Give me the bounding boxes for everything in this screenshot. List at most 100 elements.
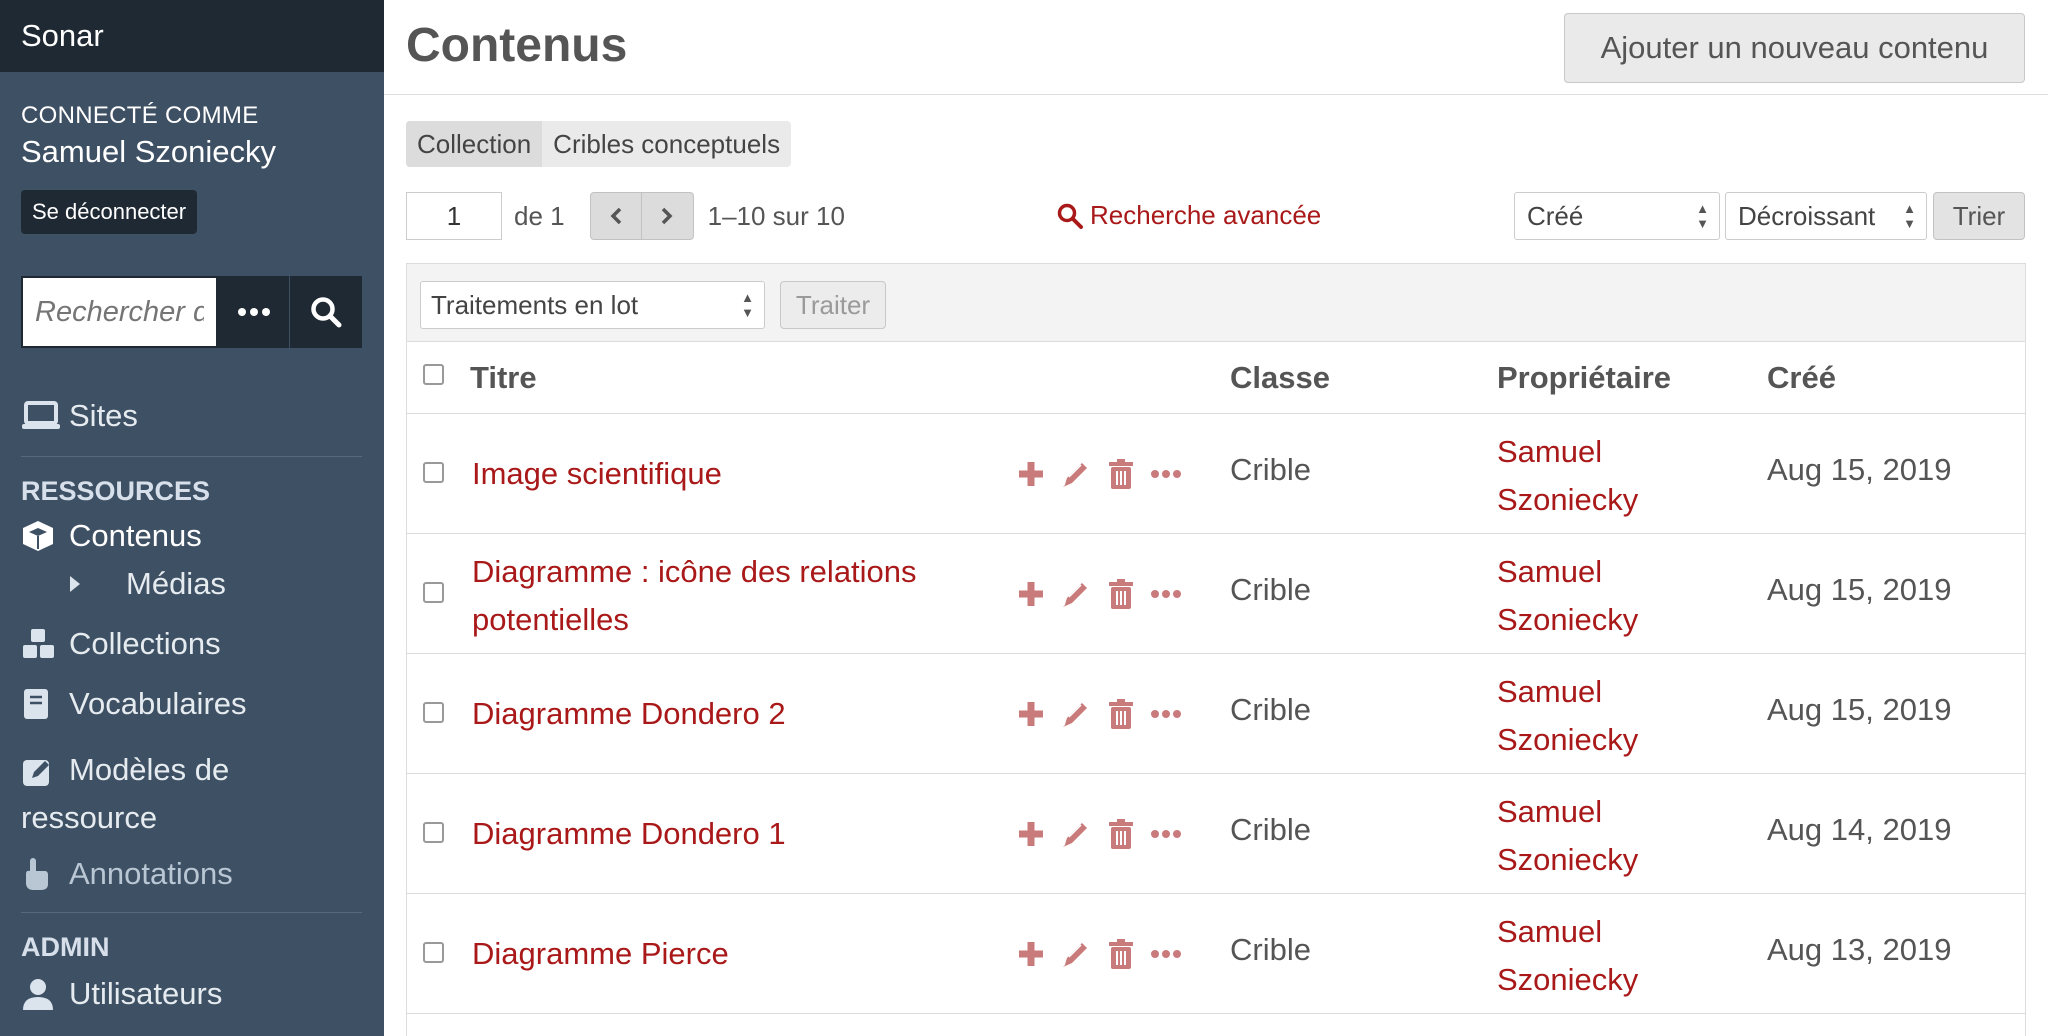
item-title-link[interactable]: Diagramme Dondero 1: [472, 812, 1002, 856]
edit-icon[interactable]: [1060, 458, 1092, 490]
sort-order-value: Décroissant: [1738, 200, 1876, 231]
sidebar-item-items[interactable]: Contenus: [21, 518, 202, 554]
column-header-title: Titre: [470, 360, 537, 395]
row-checkbox[interactable]: [423, 582, 444, 603]
item-title-link[interactable]: Diagramme : icône des relations potentie…: [472, 548, 1002, 644]
brand-link[interactable]: Sonar: [0, 0, 384, 72]
trash-icon[interactable]: [1107, 458, 1135, 490]
admin-heading: Admin: [21, 932, 110, 962]
table-row: Diagramme Dondero 2 Crible Samuel Szonie…: [407, 654, 2025, 774]
more-actions-icon[interactable]: [1150, 829, 1182, 839]
add-icon[interactable]: [1017, 580, 1045, 608]
main-content: Contenus Ajouter un nouveau contenu Coll…: [384, 0, 2048, 1036]
edit-icon[interactable]: [1060, 578, 1092, 610]
trash-icon[interactable]: [1107, 578, 1135, 610]
add-icon[interactable]: [1017, 940, 1045, 968]
tab-cribles-conceptuels[interactable]: Cribles conceptuels: [542, 121, 791, 167]
sort-order-select[interactable]: Décroissant ▲ ▼: [1725, 192, 1927, 240]
item-created-date: Aug 15, 2019: [1767, 692, 1952, 727]
sort-by-value: Créé: [1527, 200, 1584, 231]
more-actions-icon[interactable]: [1150, 709, 1182, 719]
user-name-link[interactable]: Samuel Szoniecky: [21, 134, 363, 170]
sidebar-item-label: Annotations: [69, 856, 233, 891]
more-actions-icon[interactable]: [1150, 589, 1182, 599]
item-class: Crible: [1230, 572, 1311, 607]
batch-action-select[interactable]: Traitements en lot ▲ ▼: [420, 281, 765, 329]
item-title-link[interactable]: Diagramme Dondero 2: [472, 692, 1002, 736]
trash-icon[interactable]: [1107, 818, 1135, 850]
sidebar-item-sites[interactable]: Sites: [21, 398, 138, 434]
item-title-link[interactable]: Image scientifique: [472, 452, 1002, 496]
row-actions: [1017, 578, 1197, 610]
row-checkbox[interactable]: [423, 702, 444, 723]
item-class: Crible: [1230, 452, 1311, 487]
item-owner-link[interactable]: Samuel Szoniecky: [1497, 668, 1687, 764]
add-new-item-button[interactable]: Ajouter un nouveau contenu: [1564, 13, 2025, 83]
trash-icon[interactable]: [1107, 938, 1135, 970]
item-class: Crible: [1230, 692, 1311, 727]
more-actions-icon[interactable]: [1150, 469, 1182, 479]
table-row: Diagramme : icône des relations potentie…: [407, 534, 2025, 654]
row-actions: [1017, 818, 1197, 850]
column-header-created: Créé: [1767, 360, 1836, 395]
trash-icon[interactable]: [1107, 698, 1135, 730]
search-icon: [311, 297, 342, 328]
more-actions-icon[interactable]: [1150, 949, 1182, 959]
item-owner-link[interactable]: Samuel Szoniecky: [1497, 548, 1687, 644]
table-body: Image scientifique Crible Samuel Szoniec…: [407, 414, 2025, 1014]
table-row: Image scientifique Crible Samuel Szoniec…: [407, 414, 2025, 534]
ellipsis-icon: [237, 308, 246, 316]
items-table: Traitements en lot ▲ ▼ Traiter Titre Clas…: [406, 263, 2026, 1036]
page-number-input[interactable]: [406, 192, 502, 240]
row-actions: [1017, 938, 1197, 970]
item-created-date: Aug 14, 2019: [1767, 812, 1952, 847]
advanced-search-label: Recherche avancée: [1090, 200, 1322, 230]
caret-right-icon: [68, 566, 118, 602]
sidebar-search: [21, 276, 362, 348]
sidebar: Sonar Connecté comme Samuel Szoniecky Se…: [0, 0, 384, 1036]
sidebar-item-annotations[interactable]: Annotations: [21, 856, 233, 892]
chevron-left-icon: [610, 207, 621, 225]
sidebar-item-users[interactable]: Utilisateurs: [21, 976, 222, 1012]
batch-submit-button[interactable]: Traiter: [780, 281, 886, 329]
add-icon[interactable]: [1017, 700, 1045, 728]
batch-actions-bar: Traitements en lot ▲ ▼ Traiter: [407, 264, 2025, 342]
divider: [21, 456, 362, 457]
add-icon[interactable]: [1017, 820, 1045, 848]
sort-by-select[interactable]: Créé ▲ ▼: [1514, 192, 1720, 240]
edit-icon[interactable]: [1060, 818, 1092, 850]
search-options-button[interactable]: [218, 276, 290, 348]
item-owner-link[interactable]: Samuel Szoniecky: [1497, 908, 1687, 1004]
sidebar-item-media[interactable]: Médias: [68, 566, 226, 602]
item-owner-link[interactable]: Samuel Szoniecky: [1497, 788, 1687, 884]
logged-in-label: Connecté comme: [21, 102, 259, 129]
row-checkbox[interactable]: [423, 462, 444, 483]
search-input[interactable]: [21, 276, 218, 348]
edit-icon[interactable]: [1060, 938, 1092, 970]
sidebar-item-label: Utilisateurs: [69, 976, 223, 1011]
pagination: de 1 1–10 sur 10: [406, 192, 845, 240]
logout-button[interactable]: Se déconnecter: [21, 190, 198, 234]
row-checkbox[interactable]: [423, 942, 444, 963]
sidebar-item-vocabularies[interactable]: Vocabulaires: [21, 686, 247, 722]
row-checkbox[interactable]: [423, 822, 444, 843]
item-created-date: Aug 15, 2019: [1767, 572, 1952, 607]
add-icon[interactable]: [1017, 460, 1045, 488]
item-owner-link[interactable]: Samuel Szoniecky: [1497, 428, 1687, 524]
sidebar-item-collections[interactable]: Collections: [21, 626, 221, 662]
row-actions: [1017, 458, 1197, 490]
edit-icon[interactable]: [1060, 698, 1092, 730]
previous-page-button[interactable]: [589, 192, 642, 240]
search-submit-button[interactable]: [290, 276, 362, 348]
item-class: Crible: [1230, 812, 1311, 847]
sidebar-item-label: Contenus: [69, 518, 202, 553]
item-title-link[interactable]: Diagramme Pierce: [472, 932, 1002, 976]
sort-button[interactable]: Trier: [1933, 192, 2025, 240]
sidebar-item-resource-templates[interactable]: Modèles de ressource: [21, 746, 321, 842]
advanced-search-link[interactable]: Recherche avancée: [1056, 200, 1321, 231]
select-all-checkbox[interactable]: [423, 364, 444, 385]
page-count-label: de 1: [514, 200, 565, 231]
table-row: Diagramme Pierce Crible Samuel Szoniecky…: [407, 894, 2025, 1014]
next-page-button[interactable]: [641, 192, 694, 240]
tab-collection[interactable]: Collection: [406, 121, 543, 167]
